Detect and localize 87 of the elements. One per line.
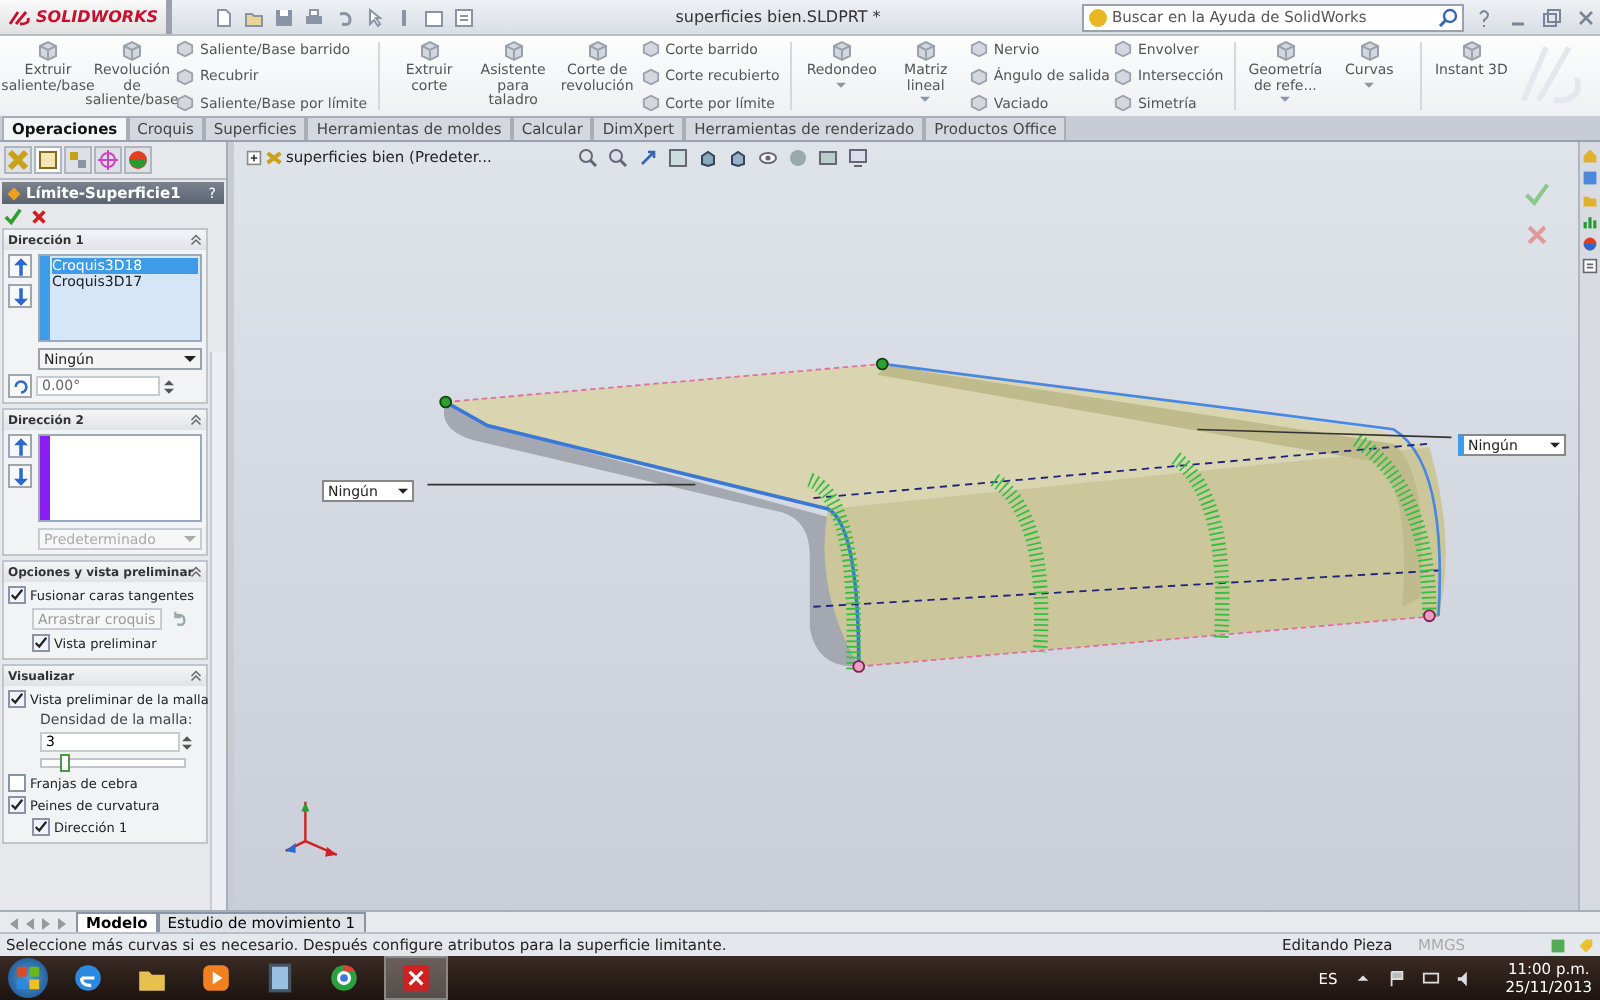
cancel-x-icon[interactable] — [30, 208, 48, 226]
tab-navigation-arrows-icon[interactable] — [8, 916, 68, 932]
property-manager-icon[interactable] — [34, 146, 62, 174]
taskbar-app-button[interactable] — [384, 956, 448, 1000]
library-icon[interactable] — [1582, 170, 1598, 186]
pointer-icon[interactable] — [364, 7, 385, 27]
options-icon[interactable] — [454, 7, 475, 27]
panel-splitter-handle[interactable] — [228, 142, 234, 910]
cube-icon — [1273, 38, 1298, 62]
browser-e-icon[interactable] — [72, 962, 104, 994]
checkbox[interactable] — [8, 774, 26, 792]
cube-icon — [1357, 38, 1382, 62]
window-title: superficies bien.SLDPRT * — [673, 8, 883, 26]
appearance-ball-icon[interactable] — [124, 146, 152, 174]
move-up-button[interactable] — [8, 254, 32, 278]
scene-icon[interactable] — [818, 148, 838, 168]
axis-triad-icon — [284, 800, 339, 857]
caret-icon[interactable] — [1364, 81, 1375, 90]
app-logo-text: SOLIDWORKS — [36, 8, 159, 26]
new-document-icon[interactable] — [214, 7, 235, 27]
previous-view-icon[interactable] — [638, 148, 658, 168]
collapse-chevron-icon[interactable] — [190, 414, 202, 426]
cube-icon — [417, 38, 442, 62]
monitor-icon[interactable] — [848, 148, 868, 168]
move-up-button[interactable] — [8, 434, 32, 458]
save-icon[interactable] — [274, 7, 295, 27]
checkbox[interactable] — [8, 690, 26, 708]
crosshair-icon[interactable] — [94, 146, 122, 174]
caret-icon[interactable] — [1280, 96, 1291, 105]
configuration-icon[interactable] — [64, 146, 92, 174]
restore-icon[interactable] — [1542, 7, 1562, 27]
start-button[interactable] — [8, 958, 48, 998]
zoom-icon[interactable] — [578, 148, 598, 168]
file-properties-icon[interactable] — [424, 7, 445, 27]
checkmark-icon[interactable] — [1524, 182, 1550, 208]
collapse-chevron-icon[interactable] — [190, 234, 202, 246]
collapse-chevron-icon[interactable] — [190, 566, 202, 578]
network-icon[interactable] — [1421, 969, 1440, 987]
open-folder-icon[interactable] — [244, 7, 265, 27]
caret-icon — [1550, 441, 1560, 449]
display-style-icon[interactable] — [728, 148, 748, 168]
visibility-eye-icon[interactable] — [758, 148, 778, 168]
cube-icon — [501, 38, 526, 62]
app-logo[interactable]: SOLIDWORKS — [0, 0, 173, 34]
appearance-ball-icon[interactable] — [1582, 236, 1598, 252]
checkbox[interactable] — [32, 634, 50, 652]
ds-logo-icon — [8, 7, 32, 27]
boundary-surface-icon — [6, 185, 22, 201]
media-play-icon[interactable] — [200, 962, 232, 994]
list-icon[interactable] — [1582, 258, 1598, 274]
expand-plus-icon[interactable] — [246, 149, 262, 165]
view-orientation-icon[interactable] — [698, 148, 718, 168]
section-view-icon[interactable] — [668, 148, 688, 168]
close-icon[interactable] — [1576, 7, 1596, 27]
cube-icon — [120, 38, 144, 62]
checkmark-icon[interactable] — [4, 208, 22, 226]
caret-icon[interactable] — [836, 81, 847, 90]
cube-icon — [36, 38, 60, 62]
move-down-button[interactable] — [8, 284, 32, 308]
print-icon[interactable] — [304, 7, 325, 27]
checkbox[interactable] — [8, 796, 26, 814]
reverse-direction-button[interactable] — [8, 374, 32, 398]
search-icon[interactable] — [1438, 7, 1458, 27]
slider-thumb[interactable] — [59, 754, 70, 772]
chart-icon[interactable] — [1582, 214, 1598, 230]
cube-icon — [1459, 38, 1484, 62]
checkbox[interactable] — [8, 586, 26, 604]
cube-icon — [585, 38, 610, 62]
part-icon — [266, 149, 282, 165]
caret-icon — [184, 535, 196, 543]
zoom-area-icon[interactable] — [608, 148, 628, 168]
caret-icon — [184, 355, 196, 363]
checkbox[interactable] — [32, 818, 50, 836]
question-bubble-icon — [1088, 7, 1108, 27]
move-down-button[interactable] — [8, 464, 32, 488]
collapse-chevron-icon[interactable] — [190, 670, 202, 682]
undo-icon[interactable] — [334, 7, 355, 27]
scrollbar[interactable] — [210, 352, 226, 910]
cube-icon — [913, 38, 938, 62]
caret-icon[interactable] — [920, 96, 931, 105]
flag-icon[interactable] — [1387, 969, 1406, 987]
cube-icon — [829, 38, 854, 62]
caret-icon — [398, 487, 408, 495]
spinner-icon[interactable] — [164, 377, 174, 395]
sw-app-icon — [400, 962, 432, 994]
chrome-browser-icon[interactable] — [328, 962, 360, 994]
calculator-icon[interactable] — [264, 962, 296, 994]
